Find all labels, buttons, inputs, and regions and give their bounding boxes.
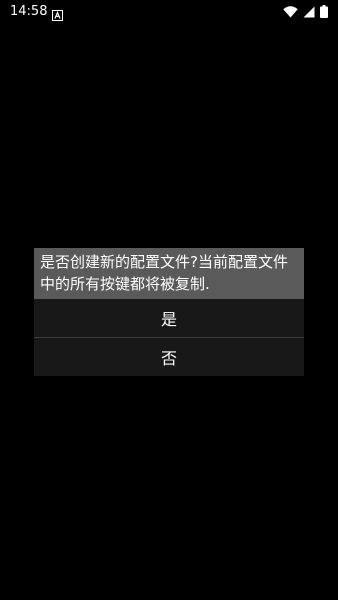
a-letter-notification-icon <box>52 6 63 21</box>
battery-icon <box>320 5 328 18</box>
wifi-icon <box>283 5 298 18</box>
screen: 14:58 是否创建新的配置文件?当前配置文件中的所有按键都将被复制. 是 否 <box>0 0 338 600</box>
status-icons <box>283 5 328 18</box>
confirm-dialog: 是否创建新的配置文件?当前配置文件中的所有按键都将被复制. 是 否 <box>34 248 304 376</box>
dialog-message: 是否创建新的配置文件?当前配置文件中的所有按键都将被复制. <box>34 248 304 299</box>
no-button[interactable]: 否 <box>34 338 304 376</box>
status-time: 14:58 <box>10 4 48 19</box>
yes-button[interactable]: 是 <box>34 299 304 337</box>
cell-signal-icon <box>303 6 315 18</box>
status-bar: 14:58 <box>0 0 338 24</box>
